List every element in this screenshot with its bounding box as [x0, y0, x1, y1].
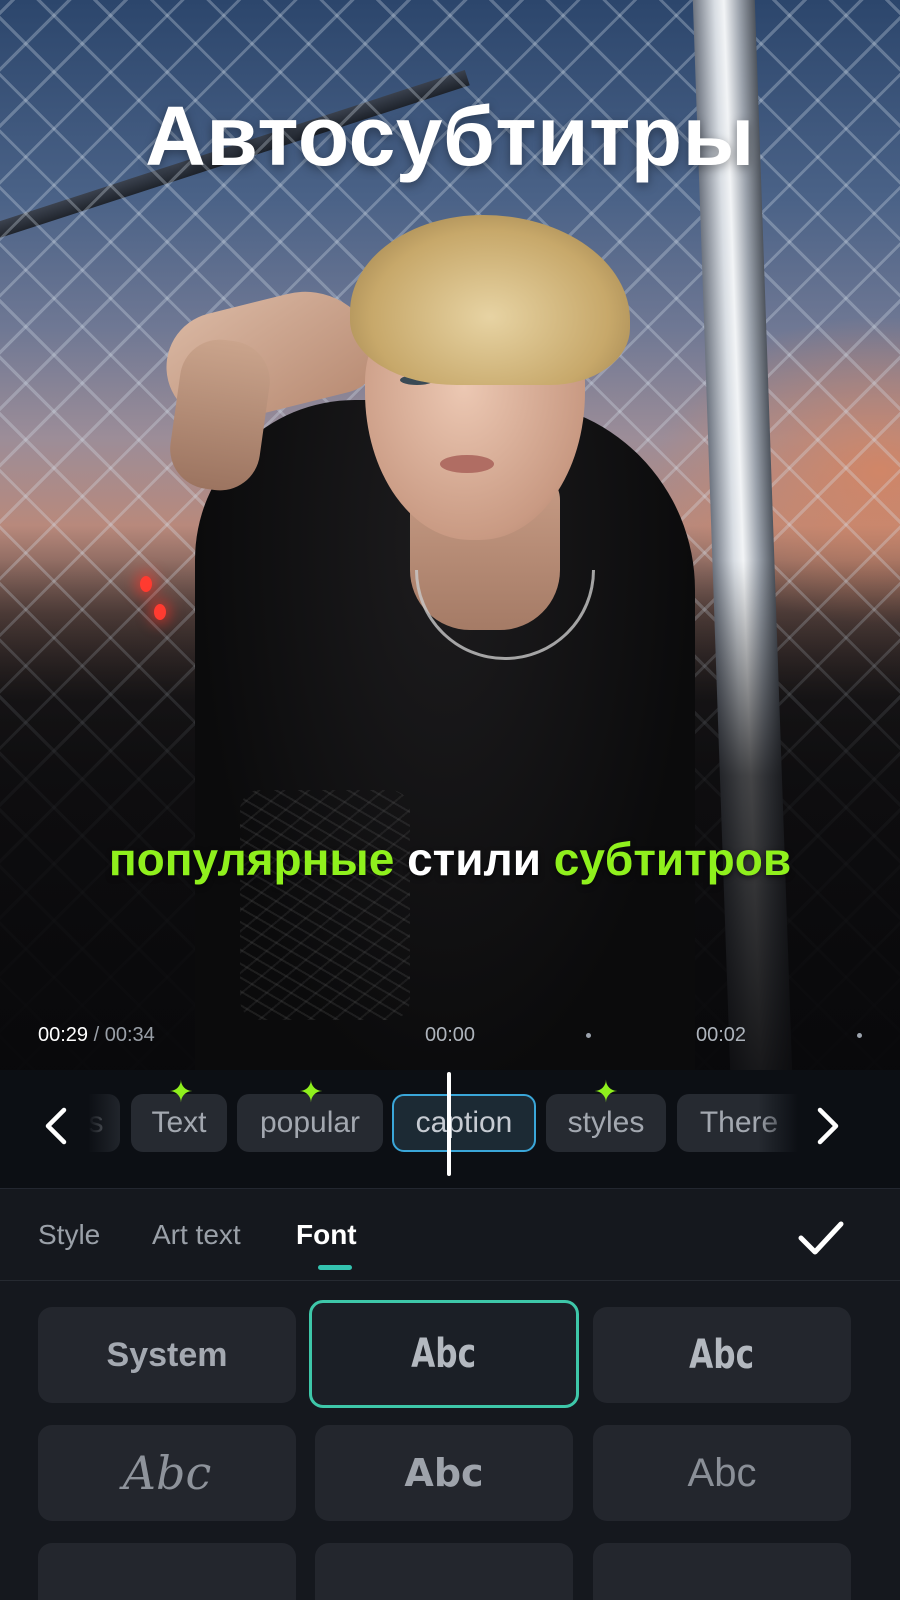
tab-font[interactable]: Font — [296, 1219, 357, 1251]
font-option[interactable]: Abc — [593, 1307, 851, 1403]
font-option-selected[interactable]: Abc — [309, 1300, 579, 1408]
timeline-mark: 00:02 — [696, 1024, 747, 1046]
font-option-label: Abc — [122, 1446, 212, 1500]
panel-tabs: Style Art text Font — [0, 1189, 900, 1281]
font-grid: System Abc Abc Abc Abc Abc — [0, 1281, 900, 1600]
font-option-partial[interactable] — [38, 1543, 296, 1600]
word-timeline[interactable]: s Text popular caption styles There ✦ ✦ … — [0, 1070, 900, 1188]
word-chip-label: styles — [567, 1106, 645, 1139]
active-tab-indicator — [318, 1265, 352, 1270]
sparkle-icon: ✦ — [298, 1076, 324, 1109]
sparkle-icon: ✦ — [168, 1076, 194, 1109]
font-option-partial[interactable] — [315, 1543, 573, 1600]
blond-hair — [350, 215, 630, 385]
timeline-tick — [857, 1033, 862, 1038]
font-option-label: Abc — [687, 1450, 757, 1495]
subtitle-word-highlight: популярные — [108, 833, 395, 885]
text-edit-panel: Style Art text Font System Abc Abc Abc A… — [0, 1188, 900, 1600]
font-option-label: Abc — [689, 1332, 755, 1378]
next-word-button[interactable] — [806, 1104, 850, 1148]
word-chip-label: caption — [415, 1106, 513, 1139]
video-preview[interactable]: Автосубтитры популярные стили субтитров … — [0, 0, 900, 1095]
timeline-tick — [586, 1033, 591, 1038]
playback-time: 00:29 / 00:34 — [38, 1024, 155, 1047]
font-option-label: Abc — [411, 1331, 477, 1377]
font-option-label: Abc — [404, 1451, 484, 1495]
subtitle-preview[interactable]: популярные стили субтитров — [0, 832, 900, 886]
current-time: 00:29 — [38, 1024, 89, 1046]
font-option[interactable]: Abc — [593, 1425, 851, 1521]
sparkle-icon: ✦ — [593, 1076, 619, 1109]
word-chip-label: popular — [259, 1106, 361, 1139]
shirt-print — [240, 790, 410, 1020]
timeline-mark: 00:00 — [425, 1024, 476, 1046]
fade-left — [88, 1094, 128, 1152]
promo-headline: Автосубтитры — [145, 89, 755, 183]
timecode-row: 00:29 / 00:34 00:00 00:02 — [0, 1024, 900, 1048]
tab-art-text[interactable]: Art text — [152, 1219, 241, 1251]
font-option-label: System — [106, 1335, 228, 1374]
chevron-right-icon — [817, 1107, 839, 1145]
font-option-partial[interactable] — [593, 1543, 851, 1600]
chevron-left-icon — [45, 1107, 67, 1145]
font-option[interactable]: Abc — [38, 1425, 296, 1521]
playhead[interactable] — [447, 1072, 451, 1176]
total-time: / 00:34 — [88, 1024, 155, 1046]
checkmark-icon — [798, 1221, 844, 1255]
font-option-system[interactable]: System — [38, 1307, 296, 1403]
tab-style[interactable]: Style — [38, 1219, 100, 1251]
previous-word-button[interactable] — [34, 1104, 78, 1148]
word-chip-selected[interactable]: caption — [392, 1094, 536, 1152]
fade-right — [758, 1094, 798, 1152]
font-option[interactable]: Abc — [315, 1425, 573, 1521]
lips — [440, 455, 494, 473]
word-chip-label: Text — [151, 1106, 207, 1139]
subtitle-word-highlight: субтитров — [553, 833, 792, 885]
subtitle-word: стили — [407, 833, 541, 885]
confirm-button[interactable] — [796, 1213, 846, 1263]
